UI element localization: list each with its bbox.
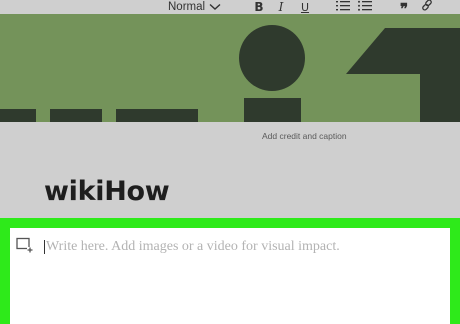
underline-icon: U <box>300 0 310 14</box>
editor-highlight: Write here. Add images or a video for vi… <box>0 218 460 324</box>
editor-page: Normal B I U ❞ Add credit and caption wi… <box>0 0 460 324</box>
quote-icon: ❞ <box>399 0 409 18</box>
text-caret <box>44 240 45 254</box>
bold-icon: B <box>254 0 264 14</box>
editor-placeholder: Write here. Add images or a video for vi… <box>46 239 340 254</box>
italic-button[interactable]: I <box>273 0 289 14</box>
link-icon <box>421 0 433 16</box>
paragraph-style-label: Normal <box>168 1 206 13</box>
header-image[interactable] <box>0 14 460 122</box>
italic-icon: I <box>278 0 284 14</box>
bullet-list-button[interactable] <box>357 0 373 14</box>
quote-button[interactable]: ❞ <box>396 0 412 18</box>
bold-button[interactable]: B <box>250 0 268 14</box>
article-title[interactable]: wikiHow <box>44 176 170 207</box>
chevron-down-icon <box>209 3 221 11</box>
link-button[interactable] <box>419 0 435 14</box>
body-text-editor[interactable]: Write here. Add images or a video for vi… <box>10 228 450 324</box>
underline-button[interactable]: U <box>296 0 314 14</box>
paragraph-style-select[interactable]: Normal <box>168 0 234 14</box>
ordered-list-button[interactable] <box>335 0 351 14</box>
image-caption-prompt[interactable]: Add credit and caption <box>0 131 460 141</box>
add-media-icon[interactable] <box>16 237 34 253</box>
formatting-toolbar: Normal B I U ❞ <box>0 0 460 18</box>
bullet-list-icon <box>358 0 372 16</box>
header-image-graphic <box>0 14 460 122</box>
ordered-list-icon <box>336 0 350 16</box>
